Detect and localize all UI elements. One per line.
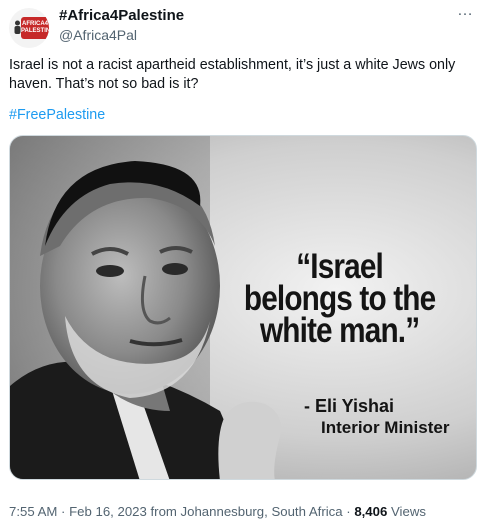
- author-handle[interactable]: @Africa4Pal: [59, 26, 137, 44]
- image-attribution-name: - Eli Yishai: [304, 396, 395, 416]
- author-display-name[interactable]: #Africa4Palestine: [59, 7, 184, 25]
- avatar-logo: AFRICA4 PALESTINE: [21, 17, 49, 39]
- image-attribution-title: Interior Minister: [321, 418, 450, 437]
- more-horizontal-icon[interactable]: …: [455, 3, 475, 24]
- tweet-text: Israel is not a racist apartheid establi…: [9, 57, 456, 92]
- hashtag-link[interactable]: #FreePalestine: [9, 106, 105, 125]
- avatar[interactable]: AFRICA4 PALESTINE: [9, 8, 49, 48]
- tweet-media-image[interactable]: “Israel belongs to the white man.” - Eli…: [9, 135, 477, 480]
- image-quote-text: “Israel belongs to the white man.”: [243, 247, 436, 350]
- tweet-metadata: 7:55 AM · Feb 16, 2023 from Johannesburg…: [9, 503, 479, 520]
